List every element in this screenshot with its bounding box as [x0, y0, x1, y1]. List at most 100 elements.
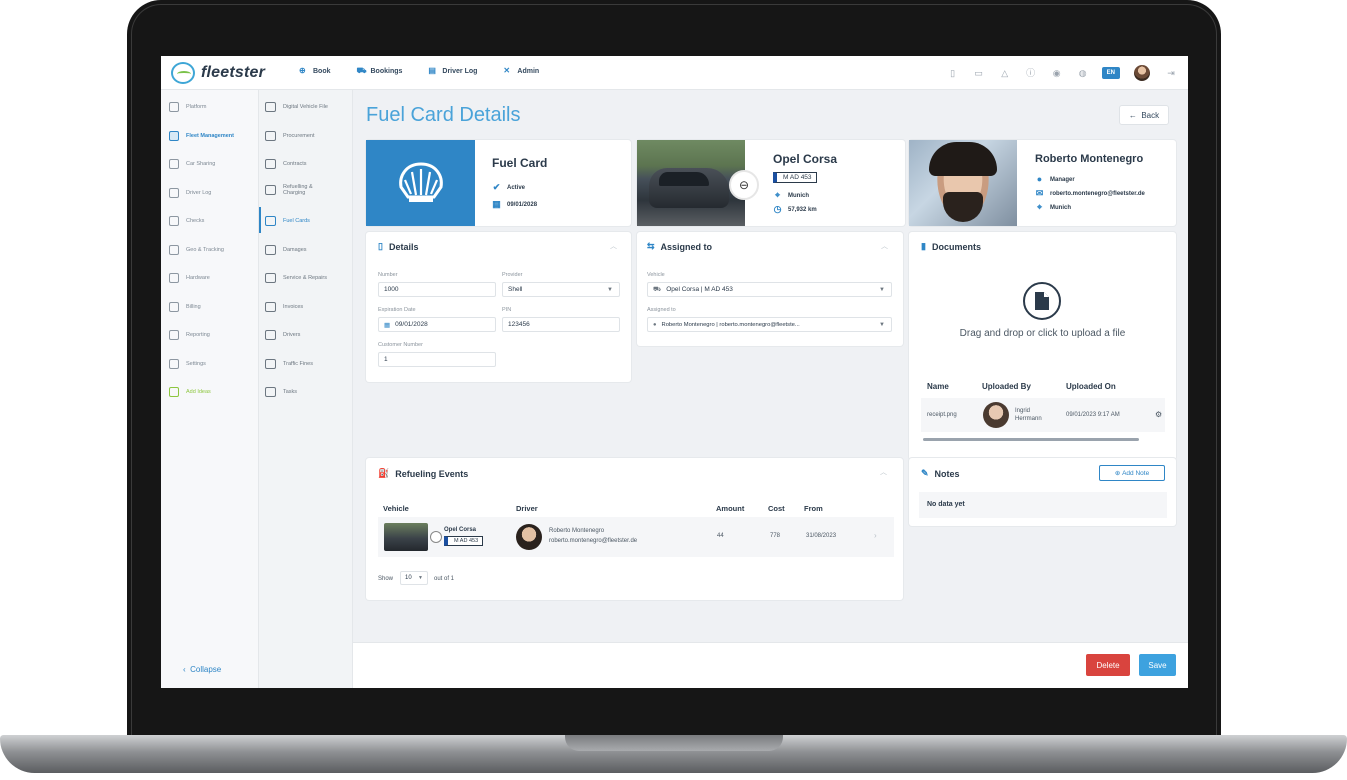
laptop-notch: [565, 735, 783, 751]
chevron-up-icon[interactable]: ︿: [881, 241, 888, 251]
driver-avatar: [516, 524, 542, 550]
language-button[interactable]: EN: [1101, 67, 1120, 79]
nav-label: Bookings: [370, 67, 403, 75]
sidebar-item-platform[interactable]: Platform: [169, 102, 206, 112]
primary-sidebar: Platform Fleet Management Car Sharing Dr…: [161, 90, 259, 688]
back-button[interactable]: ← Back: [1119, 105, 1169, 125]
add-note-button[interactable]: ⊕ Add Note: [1099, 465, 1165, 481]
user-avatar[interactable]: [1134, 65, 1150, 81]
sidebar-item-driver-log[interactable]: Driver Log: [169, 188, 211, 198]
back-label: Back: [1141, 110, 1160, 120]
invoice-icon: [265, 302, 276, 312]
document-icon[interactable]: ▯: [948, 68, 958, 78]
delete-button[interactable]: Delete: [1086, 654, 1130, 676]
doc-name[interactable]: receipt.png: [927, 412, 957, 418]
subnav-label: Fuel Cards: [283, 218, 310, 224]
sidebar-item-settings[interactable]: Settings: [169, 359, 206, 369]
sidebar-item-add-ideas[interactable]: Add Ideas: [169, 387, 211, 397]
subnav-damages[interactable]: Damages: [265, 245, 353, 255]
brand-logo[interactable]: fleetster: [171, 62, 265, 84]
fuel-pump-icon: ⛽: [378, 468, 390, 478]
notification-icon[interactable]: ◉: [1052, 68, 1062, 78]
top-bar: fleetster ⊕ Book ⛟ Bookings ▤ Driver Log ✕ A…: [161, 56, 1188, 90]
secondary-sidebar: Digital Vehicle File Procurement Contrac…: [259, 90, 353, 688]
sidebar-item-hardware[interactable]: Hardware: [169, 273, 210, 283]
fleet-icon: [169, 131, 179, 141]
subnav-tasks[interactable]: Tasks: [265, 387, 353, 397]
warning-icon[interactable]: △: [1000, 68, 1010, 78]
upload-instruction[interactable]: Drag and drop or click to upload a file: [949, 326, 1136, 341]
task-icon: [265, 387, 276, 397]
calendar-icon: ▦: [384, 321, 391, 329]
license-plate: M AD 453: [773, 172, 817, 183]
upload-dropzone[interactable]: [1023, 282, 1061, 320]
subnav-fuel-cards[interactable]: Fuel Cards: [265, 216, 353, 226]
subnav-invoices[interactable]: Invoices: [265, 302, 353, 312]
shell-logo: [366, 140, 475, 226]
page-size-select[interactable]: 10 ▼: [400, 571, 428, 585]
subnav-service-repairs[interactable]: Service & Repairs: [265, 273, 353, 283]
upload-date: 09/01/2023 9:17 AM: [1066, 412, 1120, 418]
save-button[interactable]: Save: [1139, 654, 1176, 676]
subnav-traffic-fines[interactable]: Traffic Fines: [265, 359, 353, 369]
chevron-up-icon[interactable]: ︿: [610, 241, 617, 251]
number-field[interactable]: 1000: [378, 282, 496, 297]
logout-icon[interactable]: ⇥: [1166, 68, 1176, 78]
col-cost: Cost: [768, 504, 785, 513]
horizontal-scrollbar[interactable]: [923, 438, 1139, 441]
nav-driver-log[interactable]: ▤ Driver Log: [428, 67, 477, 75]
driver-summary[interactable]: Roberto Montenegro ● Manager ✉ roberto.mon…: [909, 140, 1176, 226]
action-bar: [353, 642, 1188, 688]
notes-empty-state: No data yet: [919, 492, 1167, 518]
col-uploaded-by: Uploaded By: [982, 382, 1031, 391]
subnav-drivers[interactable]: Drivers: [265, 330, 353, 340]
uploader-name: Ingrid Herrmann: [1015, 408, 1042, 422]
event-driver-name: Roberto Montenegro: [549, 528, 605, 534]
nav-book[interactable]: ⊕ Book: [299, 67, 331, 75]
section-title: Refueling Events: [395, 468, 469, 479]
nav-admin[interactable]: ✕ Admin: [503, 67, 539, 75]
assignee-select[interactable]: ● Roberto Montenegro | roberto.montenegro…: [647, 317, 892, 332]
odometer-icon: ◷: [773, 204, 782, 214]
sidebar-item-reporting[interactable]: Reporting: [169, 330, 210, 340]
user-icon: ●: [1036, 174, 1043, 184]
sidebar-item-checks[interactable]: Checks: [169, 216, 204, 226]
customer-field[interactable]: 1: [378, 352, 496, 367]
customer-label: Customer Number: [378, 342, 423, 348]
nav-label: Driver Log: [442, 67, 478, 75]
subnav-label: Contracts: [283, 161, 307, 167]
sidebar-item-label: Billing: [186, 304, 201, 310]
subnav-refuelling[interactable]: Refuelling & Charging: [265, 184, 353, 196]
subnav-procurement[interactable]: Procurement: [265, 131, 353, 141]
provider-select[interactable]: Shell ▼: [502, 282, 620, 297]
table-row[interactable]: Opel Corsa M AD 453 Roberto Montenegro r…: [378, 517, 894, 557]
info-icon[interactable]: ⓘ: [1026, 68, 1036, 78]
sidebar-item-geo-tracking[interactable]: Geo & Tracking: [169, 245, 224, 255]
table-row[interactable]: receipt.png Ingrid Herrmann 09/01/2023 9…: [921, 398, 1165, 432]
location-pin-icon: ⌖: [774, 190, 781, 200]
chevron-right-icon[interactable]: ›: [874, 531, 877, 540]
subnav-contracts[interactable]: Contracts: [265, 159, 353, 169]
sidebar-item-billing[interactable]: Billing: [169, 302, 201, 312]
sidebar-item-fleet-management[interactable]: Fleet Management: [169, 131, 234, 141]
app-screen: fleetster ⊕ Book ⛟ Bookings ▤ Driver Log ✕ A…: [161, 56, 1188, 688]
notes-panel: ✎ Notes ⊕ Add Note No data yet: [909, 458, 1176, 526]
globe-icon[interactable]: ◍: [1078, 68, 1088, 78]
collapse-label: Collapse: [190, 665, 222, 674]
refuel-header: ⛽ Refueling Events: [378, 468, 468, 479]
camera-icon[interactable]: ▭: [974, 68, 984, 78]
chevron-up-icon[interactable]: ︿: [880, 467, 887, 477]
collapse-button[interactable]: ‹ Collapse: [183, 665, 221, 674]
row-menu-icon[interactable]: ⚙: [1155, 410, 1162, 419]
vehicle-select[interactable]: ⛟ Opel Corsa | M AD 453 ▼: [647, 282, 892, 297]
col-driver: Driver: [516, 504, 538, 513]
pin-field[interactable]: 123456: [502, 317, 620, 332]
expiration-field[interactable]: ▦ 09/01/2028: [378, 317, 496, 332]
nav-bookings[interactable]: ⛟ Bookings: [357, 67, 403, 75]
date-text: 09/01/2028: [507, 201, 538, 208]
uploader-avatar: [983, 402, 1009, 428]
vehicle-summary[interactable]: ⊖ Opel Corsa M AD 453 ⌖ Munich ◷ 57,932 km: [637, 140, 905, 226]
sidebar-item-car-sharing[interactable]: Car Sharing: [169, 159, 215, 169]
geo-icon: [169, 245, 179, 255]
subnav-digital-vehicle-file[interactable]: Digital Vehicle File: [265, 102, 353, 112]
